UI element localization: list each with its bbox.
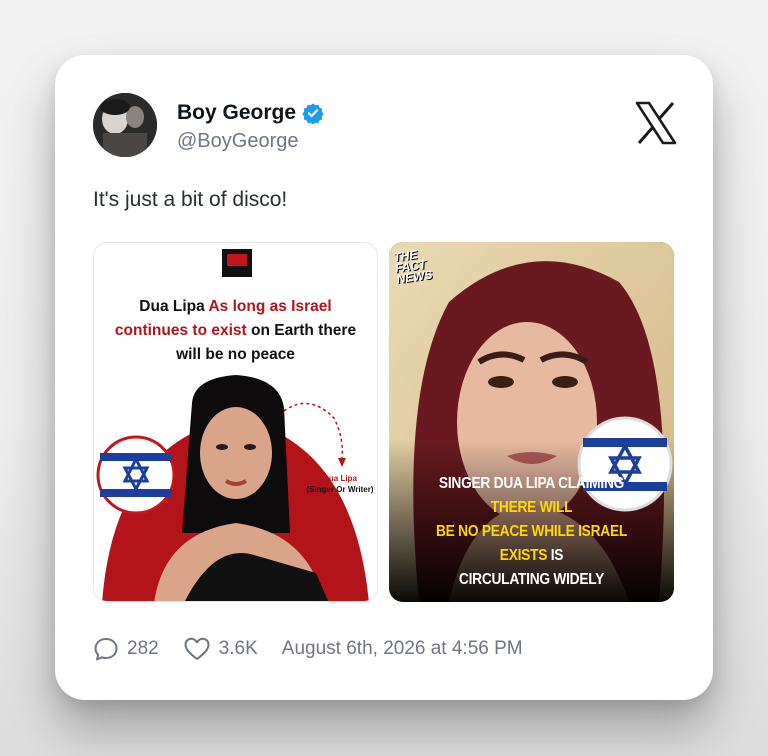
x-logo-icon[interactable]: [635, 101, 677, 145]
reply-count: 282: [127, 638, 159, 659]
caption-white1: SINGER DUA LIPA CLAIMING: [438, 475, 625, 492]
caption-yellow2: BE NO PEACE WHILE ISRAEL EXISTS: [435, 523, 628, 564]
user-handle[interactable]: @BoyGeorge: [177, 130, 298, 153]
heart-icon: [184, 637, 210, 660]
arrow-label: Dua Lipa (Singer Or Writer): [300, 473, 377, 495]
like-button[interactable]: 3.6K: [183, 636, 258, 662]
caption-white3: CIRCULATING WIDELY: [458, 571, 605, 588]
arrow-label-role: (Singer Or Writer): [306, 485, 374, 494]
avatar[interactable]: [93, 93, 157, 157]
display-name[interactable]: Boy George: [177, 101, 296, 125]
display-name-row[interactable]: Boy George: [177, 101, 324, 125]
headline-part2: on Earth there: [246, 322, 357, 339]
verified-badge-icon: [302, 102, 324, 125]
tweet-footer: 282 3.6K August 6th, 2026 at 4:56 PM: [93, 636, 523, 662]
headline-red1: As long as Israel: [208, 298, 332, 315]
reply-button[interactable]: 282: [93, 636, 159, 662]
left-headline: Dua Lipa As long as Israel continues to …: [94, 295, 377, 367]
like-count: 3.6K: [218, 638, 258, 659]
headline-part3: will be no peace: [176, 346, 295, 363]
media-image-right[interactable]: THE FACT NEWS SINGER DUA LIPA CLAIMING T…: [389, 242, 674, 602]
tweet-card: Boy George @BoyGeorge It's just a bit of…: [55, 55, 713, 700]
right-caption: SINGER DUA LIPA CLAIMING THERE WILL BE N…: [421, 472, 642, 592]
media-image-left[interactable]: Dua Lipa As long as Israel continues to …: [93, 242, 378, 602]
reply-icon: [94, 638, 118, 661]
tweet-text: It's just a bit of disco!: [93, 188, 288, 211]
headline-red2: continues to exist: [114, 322, 247, 339]
caption-white2: IS: [547, 547, 564, 564]
tweet-date[interactable]: August 6th, 2026 at 4:56 PM: [282, 638, 523, 660]
fact-news-watermark: THE FACT NEWS: [393, 247, 434, 286]
caption-yellow1: THERE WILL: [490, 499, 573, 516]
arrow-label-name: Dua Lipa: [323, 474, 357, 483]
headline-part1: Dua Lipa: [139, 298, 209, 315]
